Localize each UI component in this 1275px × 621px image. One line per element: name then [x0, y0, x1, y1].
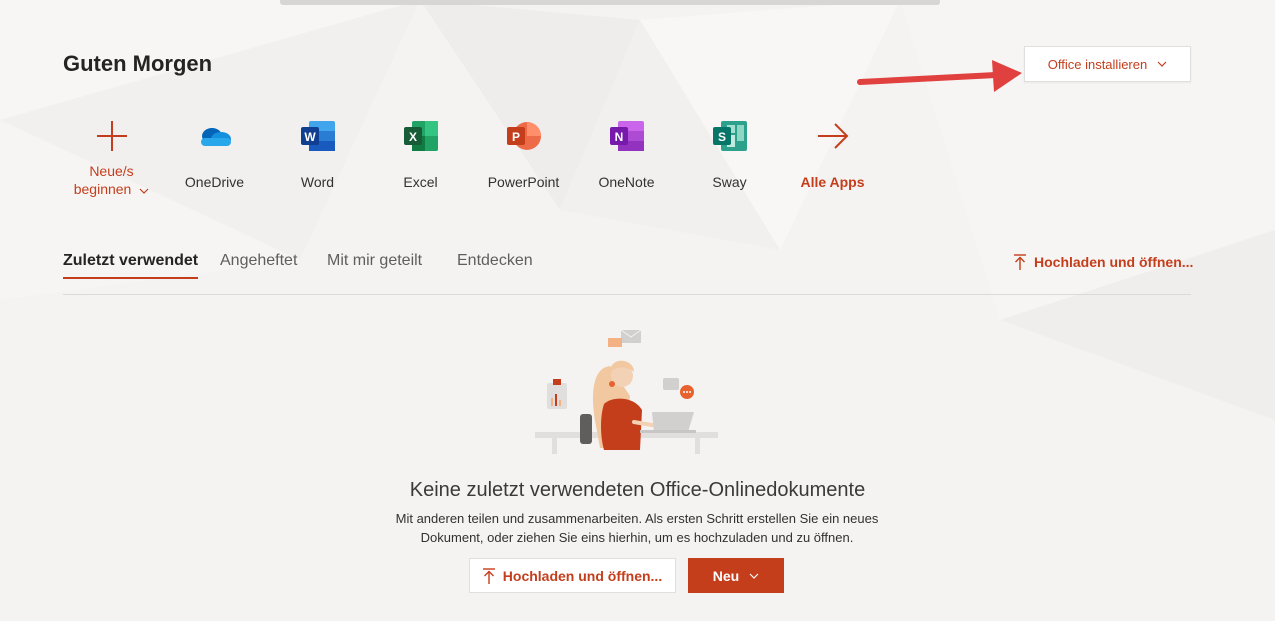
tab-shared-with-me[interactable]: Mit mir geteilt — [327, 252, 422, 270]
app-label: OneNote — [598, 174, 655, 190]
app-excel[interactable]: X Excel — [369, 114, 472, 204]
powerpoint-icon: P — [506, 118, 542, 154]
onedrive-icon — [197, 118, 233, 154]
app-word[interactable]: W Word — [266, 114, 369, 204]
app-label: Word — [300, 174, 335, 190]
upload-and-open-label: Hochladen und öffnen... — [1034, 254, 1194, 270]
plus-icon — [94, 118, 130, 154]
svg-text:P: P — [511, 130, 519, 144]
page-title: Guten Morgen — [63, 51, 213, 76]
office-home: Guten Morgen Office installieren Neue/s … — [0, 0, 1275, 621]
sway-icon: S — [712, 118, 748, 154]
app-label: PowerPoint — [487, 174, 560, 190]
all-apps-button[interactable]: Alle Apps — [781, 114, 884, 204]
empty-state-description-line-2: Dokument, oder ziehen Sie eins hierhin, … — [420, 530, 854, 545]
new-button[interactable]: Neu — [688, 558, 784, 593]
new-document-label-2: beginnen — [73, 181, 132, 197]
app-sway[interactable]: S Sway — [678, 114, 781, 204]
new-document-label: Neue/s — [89, 163, 134, 179]
app-powerpoint[interactable]: P PowerPoint — [472, 114, 575, 204]
new-document-button[interactable]: Neue/s beginnen — [60, 114, 163, 204]
chevron-down-icon — [749, 573, 759, 579]
empty-state-illustration — [535, 329, 718, 454]
svg-text:X: X — [408, 130, 416, 144]
svg-text:S: S — [717, 130, 725, 144]
tab-discover[interactable]: Entdecken — [457, 252, 533, 270]
onenote-icon: N — [609, 118, 645, 154]
chevron-down-icon — [1157, 61, 1167, 67]
empty-state-description: Mit anderen teilen und zusammenarbeiten.… — [337, 509, 937, 547]
word-icon: W — [300, 118, 336, 154]
svg-text:N: N — [614, 130, 623, 144]
new-button-label: Neu — [712, 567, 740, 584]
annotation-arrow-icon — [857, 60, 1022, 92]
upload-and-open-button[interactable]: Hochladen und öffnen... — [469, 558, 676, 593]
app-label: Alle Apps — [800, 174, 865, 190]
arrow-right-icon — [815, 118, 851, 154]
empty-state-title: Keine zuletzt verwendeten Office-Onlined… — [409, 479, 866, 501]
upload-icon — [482, 567, 495, 584]
app-onedrive[interactable]: OneDrive — [163, 114, 266, 204]
upload-and-open-link[interactable]: Hochladen und öffnen... — [1014, 254, 1193, 270]
upload-and-open-button-label: Hochladen und öffnen... — [502, 567, 663, 584]
svg-text:W: W — [304, 130, 316, 144]
office-install-button[interactable]: Office installieren — [1024, 46, 1191, 82]
app-onenote[interactable]: N OneNote — [575, 114, 678, 204]
tab-recent[interactable]: Zuletzt verwendet — [63, 252, 199, 279]
app-label: Excel — [403, 174, 438, 190]
tab-pinned[interactable]: Angeheftet — [220, 252, 297, 270]
app-label: OneDrive — [184, 174, 245, 190]
empty-state-description-line-1: Mit anderen teilen und zusammenarbeiten.… — [395, 511, 879, 526]
app-label: Sway — [712, 174, 747, 190]
excel-icon: X — [403, 118, 439, 154]
divider — [63, 294, 1191, 295]
office-install-label: Office installieren — [1047, 56, 1148, 72]
upload-icon — [1014, 254, 1026, 270]
chevron-down-icon — [139, 188, 149, 194]
